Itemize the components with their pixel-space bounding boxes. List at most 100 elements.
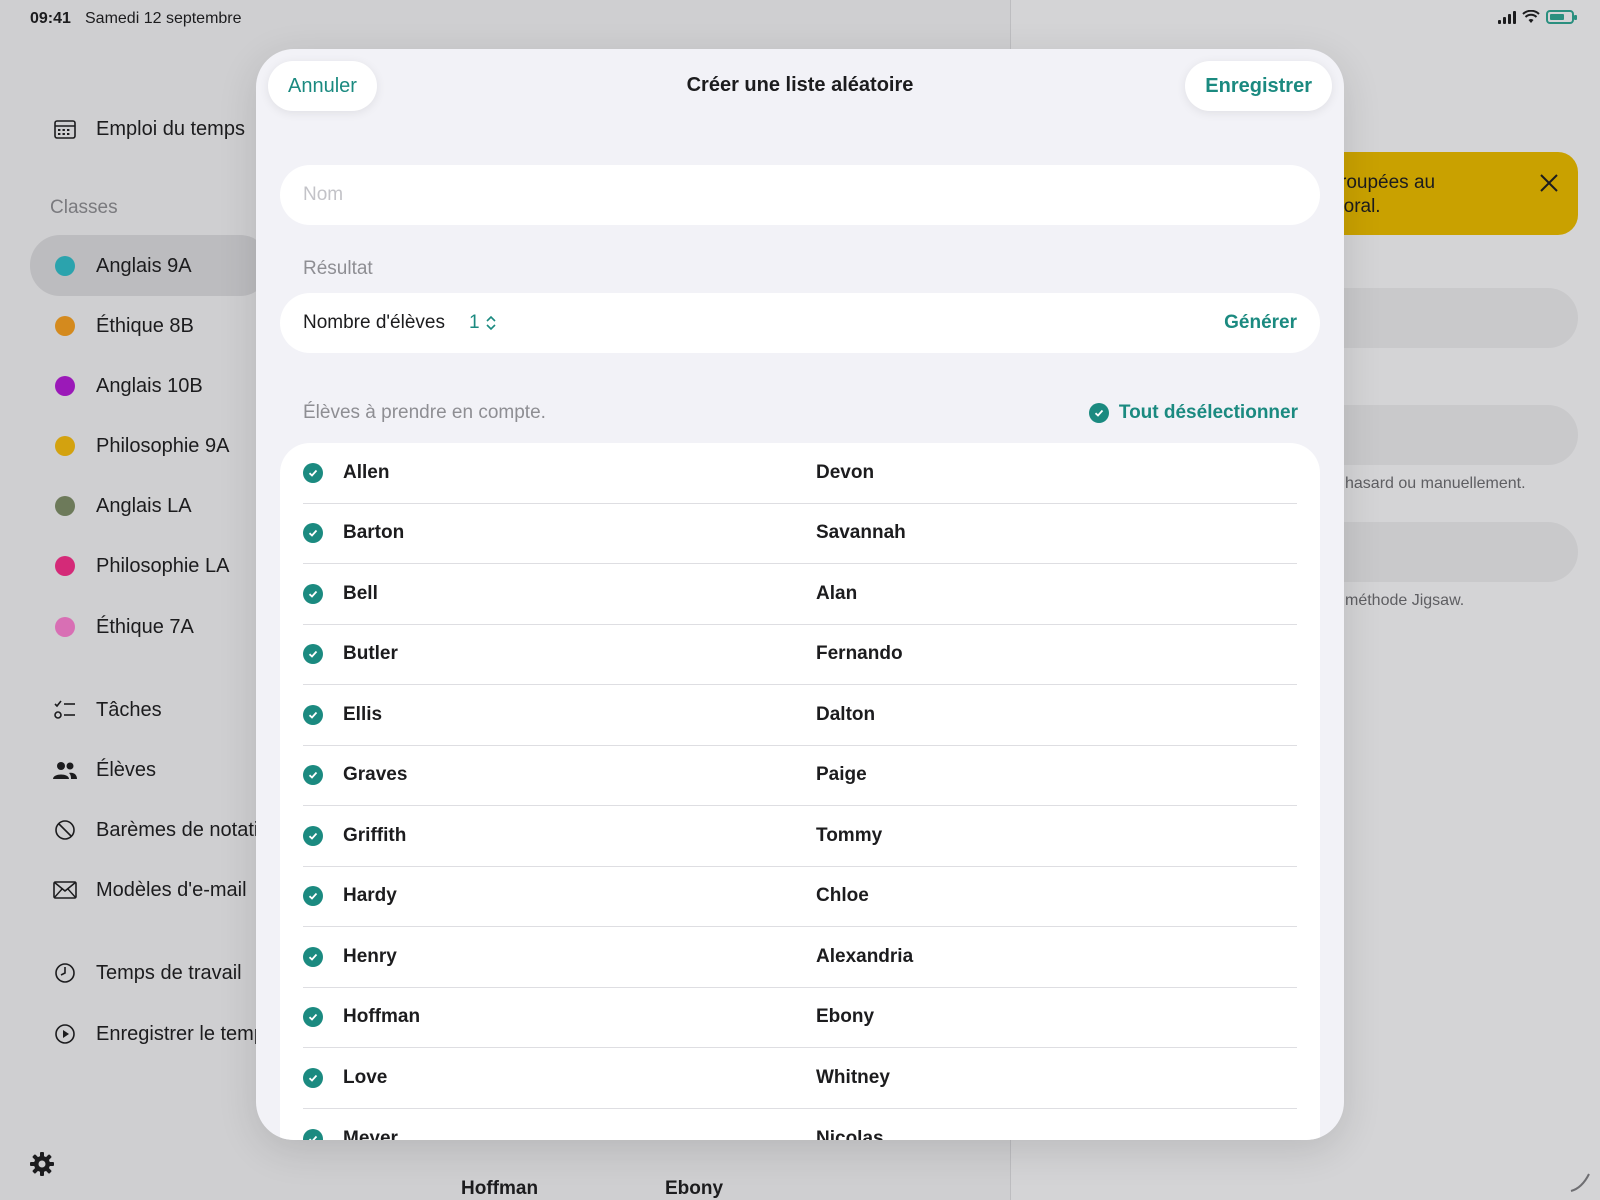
sidebar-item-label: Anglais 10B <box>96 374 203 397</box>
play-circle-icon <box>52 1021 78 1047</box>
checkmark-circle-icon[interactable] <box>303 1007 323 1028</box>
sidebar-item-label: Philosophie 9A <box>96 434 230 457</box>
sidebar-item-tasks[interactable]: Tâches <box>52 697 162 723</box>
close-icon[interactable] <box>1538 172 1560 194</box>
checkmark-circle-icon[interactable] <box>303 462 323 483</box>
checkmark-circle-icon[interactable] <box>303 886 323 907</box>
class-color-dot <box>55 316 75 336</box>
status-time: 09:41 <box>30 10 71 27</box>
checkmark-circle-icon[interactable] <box>303 1067 323 1088</box>
settings-gear-icon[interactable] <box>28 1150 56 1178</box>
grading-icon <box>52 817 78 843</box>
student-row[interactable]: Butler Fernando <box>303 625 1297 685</box>
student-row[interactable]: Henry Alexandria <box>303 927 1297 988</box>
mail-icon <box>52 877 78 903</box>
sidebar-item-label: Philosophie LA <box>96 554 230 577</box>
class-color-dot <box>55 556 75 576</box>
sidebar-item-label: Éthique 7A <box>96 615 194 638</box>
student-row[interactable]: Bell Alan <box>303 564 1297 625</box>
student-first-name: Paige <box>816 764 867 786</box>
student-first-name: Savannah <box>816 522 906 544</box>
sidebar-item-class[interactable]: Éthique 8B <box>52 313 194 339</box>
student-row[interactable]: Ellis Dalton <box>303 685 1297 746</box>
background-hint: hasard ou manuellement. <box>1345 475 1526 492</box>
checkmark-circle-icon[interactable] <box>303 765 323 786</box>
sidebar-item-class[interactable]: Philosophie LA <box>52 553 229 579</box>
classes-heading: Classes <box>50 197 118 218</box>
sidebar-item-work-time[interactable]: Temps de travail <box>52 960 242 986</box>
student-row[interactable]: Allen Devon <box>303 443 1297 504</box>
student-list: Allen Devon Barton Savannah Bell Alan Bu… <box>280 443 1320 1140</box>
sidebar-item-label: Barèmes de notati <box>96 818 259 841</box>
generate-button[interactable]: Générer <box>1224 312 1297 334</box>
sidebar-item-record-time[interactable]: Enregistrer le temp <box>52 1021 265 1047</box>
tasks-icon <box>52 697 78 723</box>
info-banner-text: roupées au 'oral. <box>1340 172 1436 217</box>
student-count-picker[interactable]: 1 <box>469 312 498 334</box>
student-first-name: Dalton <box>816 703 876 725</box>
sidebar-item-class[interactable]: Anglais 9A <box>52 253 192 279</box>
student-row[interactable]: Hardy Chloe <box>303 867 1297 927</box>
student-count-row: Nombre d'élèves 1 Générer <box>280 293 1320 353</box>
deselect-all-button[interactable]: Tout désélectionner <box>1088 402 1298 424</box>
student-first-name: Whitney <box>816 1066 890 1088</box>
students-icon <box>52 757 78 783</box>
student-first-name: Devon <box>816 461 875 483</box>
sidebar-item-students[interactable]: Élèves <box>52 757 156 783</box>
student-row[interactable]: Meyer Nicolas <box>303 1109 1297 1140</box>
sidebar-item-label: Emploi du temps <box>96 117 245 140</box>
student-first-name: Chloe <box>816 885 869 907</box>
student-row[interactable]: Hoffman Ebony <box>303 988 1297 1048</box>
result-heading: Résultat <box>303 258 373 279</box>
pencil-hover-icon <box>1570 1173 1590 1192</box>
sidebar-item-email-templates[interactable]: Modèles d'e-mail <box>52 877 247 903</box>
background-row-last: Hoffman <box>461 1178 539 1199</box>
student-row[interactable]: Griffith Tommy <box>303 806 1297 867</box>
sidebar-item-label: Anglais 9A <box>96 254 192 277</box>
sidebar-item-grading[interactable]: Barèmes de notati <box>52 817 258 843</box>
clock-icon <box>52 960 78 986</box>
checkmark-circle-icon[interactable] <box>303 1128 323 1140</box>
student-last-name: Love <box>343 1066 388 1088</box>
checkmark-circle-icon[interactable] <box>303 825 323 846</box>
sidebar-item-class[interactable]: Éthique 7A <box>52 614 194 640</box>
student-first-name: Nicolas <box>816 1127 884 1140</box>
cellular-signal-icon <box>1498 10 1516 24</box>
student-first-name: Tommy <box>816 824 883 846</box>
class-color-dot <box>55 436 75 456</box>
create-random-list-sheet: Annuler Créer une liste aléatoire Enregi… <box>256 49 1344 1140</box>
sidebar-item-label: Anglais LA <box>96 494 192 517</box>
checkmark-circle-icon[interactable] <box>303 583 323 604</box>
sidebar-item-label: Élèves <box>96 758 157 781</box>
student-last-name: Hardy <box>343 885 397 907</box>
sidebar-item-class[interactable]: Anglais LA <box>52 493 192 519</box>
checkmark-circle-icon[interactable] <box>303 644 323 665</box>
student-last-name: Bell <box>343 582 378 604</box>
battery-charging-icon <box>1546 10 1577 24</box>
checkmark-circle-icon[interactable] <box>303 946 323 967</box>
student-row[interactable]: Love Whitney <box>303 1048 1297 1109</box>
background-row-first: Ebony <box>665 1178 724 1199</box>
checkmark-circle-icon <box>1088 403 1109 423</box>
wifi-icon <box>1522 10 1540 23</box>
sidebar-item-label: Tâches <box>96 698 162 721</box>
student-first-name: Ebony <box>816 1006 875 1028</box>
student-row[interactable]: Graves Paige <box>303 746 1297 806</box>
student-last-name: Ellis <box>343 703 383 725</box>
student-row[interactable]: Barton Savannah <box>303 504 1297 564</box>
student-count-label: Nombre d'élèves <box>303 312 445 333</box>
sidebar-item-label: Enregistrer le temp <box>96 1022 265 1045</box>
sidebar-item-label: Modèles d'e-mail <box>96 878 247 901</box>
sidebar-item-label: Éthique 8B <box>96 314 194 337</box>
save-button[interactable]: Enregistrer <box>1185 61 1332 111</box>
checkmark-circle-icon[interactable] <box>303 523 323 544</box>
student-first-name: Alan <box>816 582 858 604</box>
name-input[interactable] <box>280 165 1320 225</box>
deselect-all-label: Tout désélectionner <box>1118 402 1298 423</box>
sidebar-item-schedule[interactable]: Emploi du temps <box>52 116 245 142</box>
sidebar-item-class[interactable]: Anglais 10B <box>52 373 203 399</box>
student-last-name: Butler <box>343 643 398 665</box>
checkmark-circle-icon[interactable] <box>303 704 323 725</box>
student-count-value: 1 <box>468 312 480 333</box>
sidebar-item-class[interactable]: Philosophie 9A <box>52 433 229 459</box>
